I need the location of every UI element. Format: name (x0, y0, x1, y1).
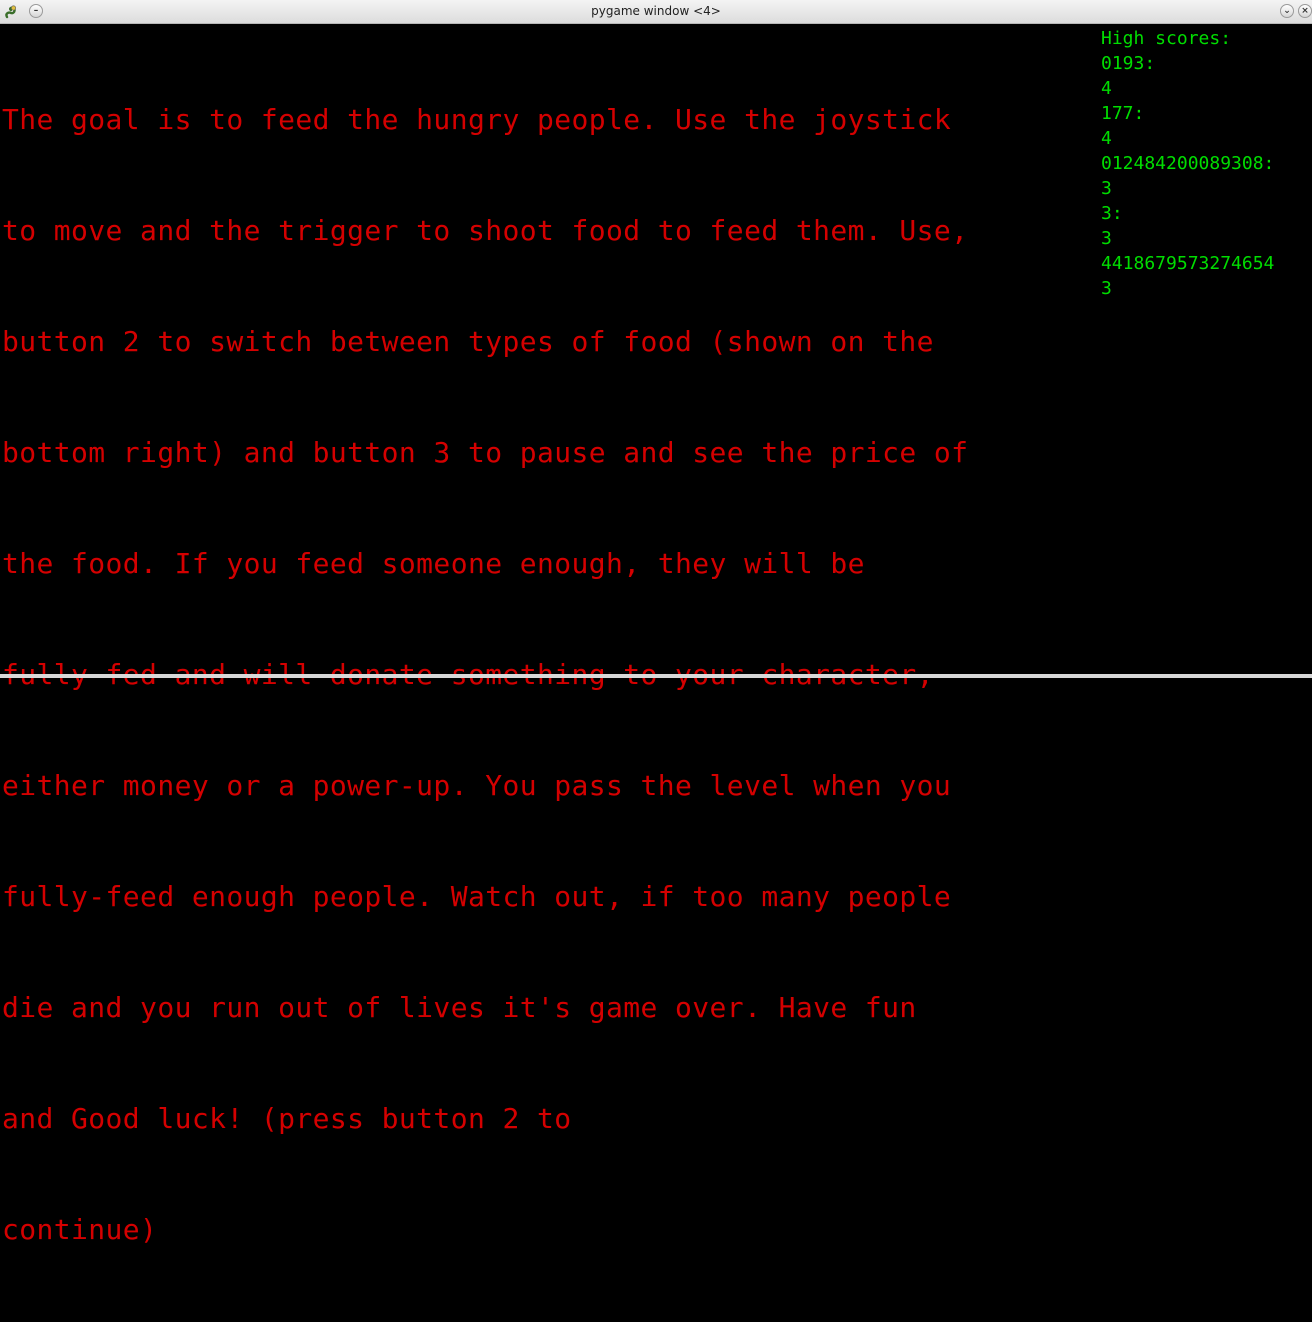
window-titlebar[interactable]: – pygame window <4> ⌄ × (0, 0, 1312, 24)
high-score-name: 0193: (1101, 53, 1156, 74)
high-score-value: 3 (1101, 178, 1112, 199)
instruction-line: die and you run out of lives it's game o… (2, 991, 917, 1024)
high-score-name: 012484200089308: (1101, 153, 1275, 174)
instruction-line: bottom right) and button 3 to pause and … (2, 436, 969, 469)
high-score-entry: 177: 4 (1101, 101, 1312, 151)
instruction-line: the food. If you feed someone enough, th… (2, 547, 865, 580)
high-score-value: 4 (1101, 78, 1112, 99)
high-score-entry: 3: 3 (1101, 201, 1312, 251)
high-scores-panel: High scores: 0193: 4 177: 4 012484200089… (1101, 26, 1312, 301)
high-scores-title: High scores: (1101, 28, 1232, 49)
high-score-entry: 0193: 4 (1101, 51, 1312, 101)
instruction-line: The goal is to feed the hungry people. U… (2, 103, 952, 136)
game-canvas[interactable]: The goal is to feed the hungry people. U… (0, 24, 1312, 1246)
window-bottom-border (0, 674, 1312, 678)
instruction-line: continue) (2, 1213, 158, 1246)
instruction-line: fully-feed enough people. Watch out, if … (2, 880, 952, 913)
chevron-down-icon[interactable]: ⌄ (1280, 4, 1294, 18)
high-score-entry: 4418679573274654 3 (1101, 251, 1312, 301)
high-score-name: 4418679573274654 (1101, 253, 1275, 274)
instruction-line: either money or a power-up. You pass the… (2, 769, 952, 802)
high-score-value: 3 (1101, 228, 1112, 249)
instruction-line: to move and the trigger to shoot food to… (2, 214, 969, 247)
high-score-entry: 012484200089308: 3 (1101, 151, 1312, 201)
instruction-line: and Good luck! (press button 2 to (2, 1102, 572, 1135)
high-score-value: 3 (1101, 278, 1112, 299)
high-score-value: 4 (1101, 128, 1112, 149)
instruction-line: button 2 to switch between types of food… (2, 325, 934, 358)
window-title: pygame window <4> (591, 4, 721, 18)
high-score-name: 177: (1101, 103, 1145, 124)
high-score-name: 3: (1101, 203, 1123, 224)
close-icon[interactable]: × (1298, 4, 1312, 18)
